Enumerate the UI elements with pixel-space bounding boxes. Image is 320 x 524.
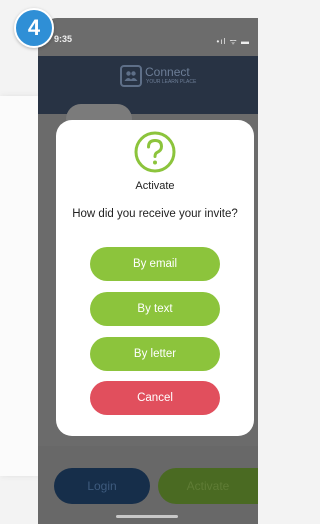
activate-button[interactable]: Activate — [158, 468, 258, 504]
login-button[interactable]: Login — [54, 468, 150, 504]
logo-subtitle: YOUR LEARN PLACE — [146, 79, 197, 85]
step-badge: 4 — [14, 8, 54, 48]
by-text-button[interactable]: By text — [90, 292, 220, 326]
status-icons: •ıl ᯤ ▬ — [216, 37, 250, 46]
backdrop-panel — [0, 96, 38, 476]
status-time: 9:35 — [54, 34, 73, 44]
activate-modal: Activate How did you receive your invite… — [56, 120, 254, 436]
modal-question: How did you receive your invite? — [72, 208, 238, 220]
modal-title: Activate — [135, 180, 175, 192]
logo-title: Connect — [145, 65, 190, 79]
question-circle-icon — [134, 131, 176, 173]
status-bar: 9:35 •ıl ᯤ ▬ — [38, 18, 258, 56]
by-letter-button[interactable]: By letter — [90, 337, 220, 371]
bottom-area: Login Activate — [38, 446, 258, 524]
home-indicator — [116, 515, 178, 518]
cancel-button[interactable]: Cancel — [90, 381, 220, 415]
app-header: Connect YOUR LEARN PLACE — [38, 56, 258, 114]
people-chat-icon — [120, 65, 142, 87]
by-email-button[interactable]: By email — [90, 247, 220, 281]
